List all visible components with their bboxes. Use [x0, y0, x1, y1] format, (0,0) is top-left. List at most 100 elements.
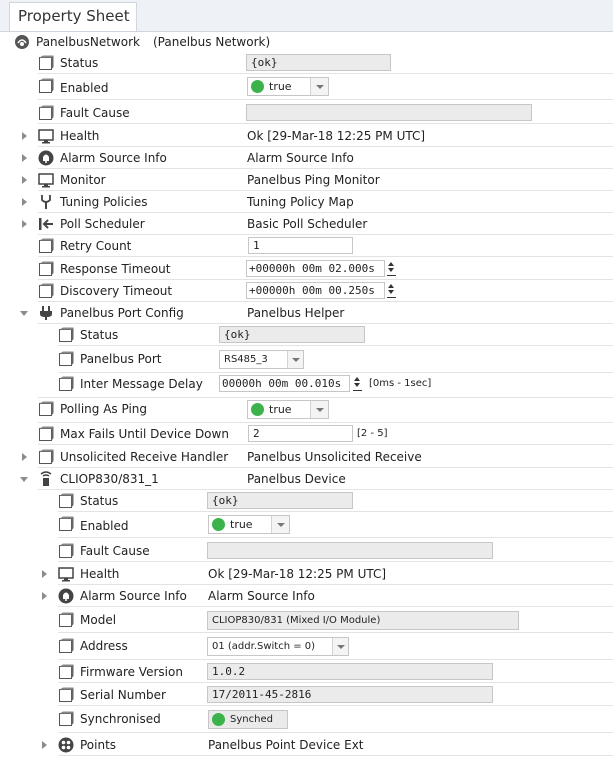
- chevron-down-icon[interactable]: [271, 516, 289, 533]
- property-monitor[interactable]: Monitor Panelbus Ping Monitor: [0, 169, 613, 191]
- label-alarm-source-info: Alarm Source Info: [60, 151, 167, 165]
- label-enabled: Enabled: [60, 81, 109, 95]
- label-monitor: Monitor: [60, 173, 106, 187]
- device-fault-cause-field: [207, 542, 493, 559]
- model-field: CLIOP830/831 (Mixed I/O Module): [207, 611, 519, 630]
- property-retry-count: Retry Count 1: [0, 235, 613, 257]
- expand-icon[interactable]: [22, 176, 27, 184]
- label-status: Status: [60, 56, 99, 70]
- monitor-icon: [38, 129, 54, 144]
- label-synchronised: Synchronised: [80, 712, 161, 726]
- chevron-down-icon[interactable]: [332, 638, 348, 655]
- poll-scheduler-value: Basic Poll Scheduler: [247, 217, 368, 231]
- collapse-icon[interactable]: [20, 311, 28, 316]
- expand-icon[interactable]: [22, 453, 27, 461]
- slot-icon: [59, 327, 74, 342]
- status-dot-icon: [251, 80, 264, 93]
- label-device-fault-cause: Fault Cause: [80, 544, 150, 558]
- root-row[interactable]: PanelbusNetwork (Panelbus Network): [0, 31, 613, 53]
- slot-icon: [59, 351, 74, 366]
- expand-icon[interactable]: [22, 198, 27, 206]
- retry-count-input[interactable]: 1: [248, 237, 353, 254]
- polling-as-ping-select[interactable]: true: [247, 400, 329, 419]
- property-port-status: Status {ok}: [0, 324, 613, 346]
- label-tuning-policies: Tuning Policies: [60, 195, 148, 209]
- status-field: {ok}: [246, 54, 391, 71]
- property-unsolicited[interactable]: Unsolicited Receive Handler Panelbus Uns…: [0, 446, 613, 468]
- slot-icon: [59, 376, 74, 391]
- device-enabled-select[interactable]: true: [208, 515, 290, 534]
- address-value: 01 (addr.Switch = 0): [212, 641, 316, 652]
- chevron-down-icon[interactable]: [287, 351, 303, 368]
- slot-icon: [39, 449, 54, 464]
- tuning-fork-icon: [41, 195, 51, 209]
- property-alarm-source-info[interactable]: Alarm Source Info Alarm Source Info: [0, 147, 613, 169]
- expand-icon[interactable]: [22, 154, 27, 162]
- label-polling-as-ping: Polling As Ping: [60, 402, 147, 416]
- property-port-config[interactable]: Panelbus Port Config Panelbus Helper: [0, 302, 613, 324]
- firmware-version-field: 1.0.2: [207, 663, 493, 680]
- network-icon: [15, 35, 29, 49]
- collapse-icon[interactable]: [20, 477, 28, 482]
- property-enabled: Enabled true: [0, 75, 613, 100]
- tab-property-sheet[interactable]: Property Sheet: [9, 2, 137, 31]
- label-poll-scheduler: Poll Scheduler: [60, 217, 145, 231]
- device-value: Panelbus Device: [247, 472, 346, 486]
- property-points[interactable]: Points Panelbus Point Device Ext: [0, 734, 613, 756]
- spinner-icon[interactable]: [387, 284, 396, 298]
- property-device[interactable]: CLIOP830/831_1 Panelbus Device: [0, 468, 613, 490]
- chevron-down-icon[interactable]: [310, 401, 328, 418]
- property-tuning-policies[interactable]: Tuning Policies Tuning Policy Map: [0, 191, 613, 213]
- port-status-field: {ok}: [219, 326, 365, 343]
- fault-cause-field: [246, 104, 532, 121]
- label-device-status: Status: [80, 494, 119, 508]
- monitor-icon: [58, 567, 74, 582]
- discovery-timeout-input[interactable]: +00000h 00m 00.250s: [246, 282, 385, 299]
- label-discovery-timeout: Discovery Timeout: [60, 284, 173, 298]
- label-device-enabled: Enabled: [80, 519, 129, 533]
- inter-message-delay-input[interactable]: 00000h 00m 00.010s: [219, 375, 350, 392]
- expand-icon[interactable]: [22, 220, 27, 228]
- property-status: Status {ok}: [0, 52, 613, 74]
- polling-as-ping-value: true: [269, 403, 292, 416]
- property-device-enabled: Enabled true: [0, 513, 613, 538]
- property-device-alarm-source-info[interactable]: Alarm Source Info Alarm Source Info: [0, 585, 613, 607]
- property-address: Address 01 (addr.Switch = 0): [0, 635, 613, 660]
- synchronised-value: Synched: [230, 714, 273, 725]
- status-dot-icon: [251, 403, 264, 416]
- address-select[interactable]: 01 (addr.Switch = 0): [207, 637, 349, 656]
- slot-icon: [39, 78, 54, 93]
- panelbus-port-select[interactable]: RS485_3: [219, 350, 304, 369]
- property-synchronised: Synchronised Synched: [0, 708, 613, 733]
- spinner-icon[interactable]: [387, 262, 396, 276]
- enabled-select[interactable]: true: [247, 77, 329, 96]
- property-device-fault-cause: Fault Cause: [0, 540, 613, 562]
- label-fault-cause: Fault Cause: [60, 106, 130, 120]
- expand-icon[interactable]: [42, 741, 47, 749]
- expand-icon[interactable]: [42, 570, 47, 578]
- status-dot-icon: [212, 518, 225, 531]
- expand-icon[interactable]: [42, 592, 47, 600]
- property-discovery-timeout: Discovery Timeout +00000h 00m 00.250s: [0, 280, 613, 302]
- device-status-field: {ok}: [207, 492, 353, 509]
- spinner-icon[interactable]: [353, 377, 362, 391]
- label-panelbus-port: Panelbus Port: [80, 352, 162, 366]
- expand-icon[interactable]: [22, 132, 27, 140]
- property-health[interactable]: Health Ok [29-Mar-18 12:25 PM UTC]: [0, 125, 613, 147]
- slot-icon: [59, 638, 74, 653]
- label-port-status: Status: [80, 328, 119, 342]
- inter-message-delay-range: [0ms - 1sec]: [369, 378, 432, 389]
- slot-icon: [59, 612, 74, 627]
- label-response-timeout: Response Timeout: [60, 262, 171, 276]
- response-timeout-input[interactable]: +00000h 00m 02.000s: [246, 260, 385, 277]
- label-device: CLIOP830/831_1: [60, 472, 159, 486]
- slot-icon: [59, 687, 74, 702]
- property-device-health[interactable]: Health Ok [29-Mar-18 12:25 PM UTC]: [0, 563, 613, 585]
- property-response-timeout: Response Timeout +00000h 00m 02.000s: [0, 258, 613, 280]
- property-poll-scheduler[interactable]: Poll Scheduler Basic Poll Scheduler: [0, 213, 613, 235]
- chevron-down-icon[interactable]: [310, 78, 328, 95]
- property-polling-as-ping: Polling As Ping true: [0, 398, 613, 423]
- tuning-policies-value: Tuning Policy Map: [247, 195, 354, 209]
- slot-icon: [39, 283, 54, 298]
- max-fails-input[interactable]: 2: [248, 425, 353, 442]
